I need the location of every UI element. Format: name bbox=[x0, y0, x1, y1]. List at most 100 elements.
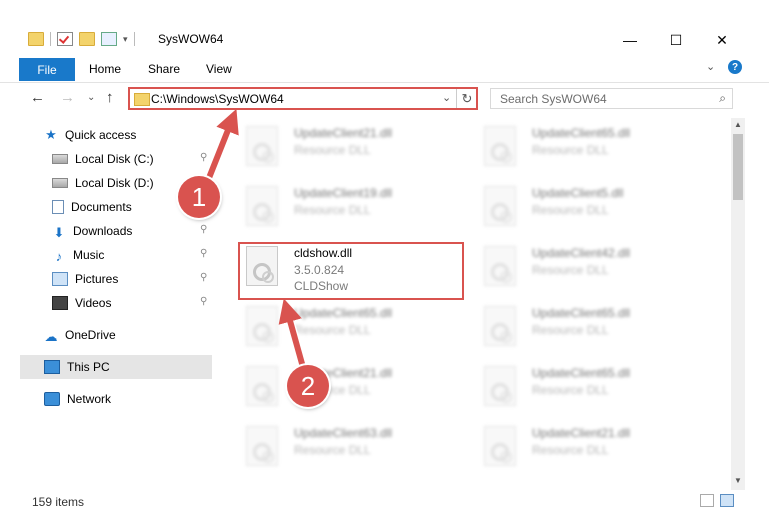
large-icons-view-icon[interactable] bbox=[720, 494, 734, 507]
scroll-up-icon[interactable]: ▲ bbox=[734, 120, 742, 129]
file-item[interactable]: UpdateClient21.dll Resource DLL bbox=[238, 122, 468, 172]
sidebar-item-quick-access[interactable]: ★ Quick access bbox=[44, 123, 212, 147]
dll-file-icon bbox=[484, 306, 516, 346]
file-item[interactable]: UpdateClient65.dll Resource DLL bbox=[476, 302, 706, 352]
toolbar-separator bbox=[133, 32, 135, 46]
file-description: Resource DLL bbox=[294, 143, 371, 157]
forward-button[interactable]: → bbox=[60, 89, 75, 106]
sidebar-item-onedrive[interactable]: ☁ OneDrive bbox=[44, 323, 212, 347]
dll-file-icon bbox=[484, 126, 516, 166]
sidebar-item-music[interactable]: ♪ Music ⚲ bbox=[52, 243, 212, 267]
tab-share[interactable]: Share bbox=[148, 62, 180, 76]
sidebar-item-videos[interactable]: Videos ⚲ bbox=[52, 291, 212, 315]
file-item[interactable]: UpdateClient21.dll Resource DLL bbox=[238, 362, 468, 412]
sidebar-item-label: Quick access bbox=[65, 128, 137, 142]
folder-icon bbox=[134, 93, 150, 106]
file-explorer-window: ▾ SysWOW64 — ☐ ✕ File Home Share View ⌄ … bbox=[0, 0, 769, 531]
documents-icon bbox=[52, 200, 64, 214]
minimize-button[interactable]: — bbox=[607, 24, 653, 56]
scroll-down-icon[interactable]: ▼ bbox=[734, 476, 742, 485]
dll-file-icon bbox=[246, 186, 278, 226]
file-description: Resource DLL bbox=[532, 203, 609, 217]
pin-icon[interactable]: ⚲ bbox=[200, 248, 207, 259]
file-item[interactable]: UpdateClient65.dll Resource DLL bbox=[476, 122, 706, 172]
sidebar-item-network[interactable]: Network bbox=[44, 387, 212, 411]
sidebar-item-label: This PC bbox=[67, 360, 110, 374]
ribbon-tabs: File Home Share View ⌄ ? bbox=[0, 56, 769, 83]
refresh-button[interactable]: ↻ bbox=[456, 89, 477, 108]
sidebar-item-label: Local Disk (C:) bbox=[75, 152, 154, 166]
file-name: UpdateClient65.dll bbox=[532, 126, 631, 140]
videos-icon bbox=[52, 296, 68, 310]
recent-locations-chevron-icon[interactable]: ⌄ bbox=[87, 92, 95, 103]
sidebar-item-this-pc[interactable]: This PC bbox=[20, 355, 212, 379]
network-icon bbox=[44, 392, 60, 406]
file-name: UpdateClient5.dll bbox=[532, 186, 624, 200]
sidebar-item-label: Videos bbox=[75, 296, 112, 310]
maximize-button[interactable]: ☐ bbox=[653, 24, 699, 56]
toolbar-separator bbox=[50, 32, 51, 46]
file-item[interactable]: UpdateClient63.dll Resource DLL bbox=[238, 422, 468, 472]
file-item[interactable]: UpdateClient19.dll Resource DLL bbox=[238, 182, 468, 232]
customize-toolbar-chevron-icon[interactable]: ▾ bbox=[123, 34, 128, 45]
sidebar-item-label: OneDrive bbox=[65, 328, 116, 342]
rename-icon[interactable] bbox=[101, 32, 117, 46]
sidebar-item-label: Downloads bbox=[73, 224, 133, 238]
file-description: Resource DLL bbox=[294, 323, 371, 337]
file-name: UpdateClient63.dll bbox=[294, 426, 393, 440]
address-dropdown-chevron-icon[interactable]: ⌄ bbox=[442, 91, 451, 104]
file-name: UpdateClient65.dll bbox=[294, 306, 393, 320]
file-item[interactable]: UpdateClient42.dll Resource DLL bbox=[476, 242, 706, 292]
pin-icon[interactable]: ⚲ bbox=[200, 152, 207, 163]
pin-icon[interactable]: ⚲ bbox=[200, 272, 207, 283]
tab-view[interactable]: View bbox=[206, 62, 232, 76]
up-button[interactable]: ↑ bbox=[106, 89, 114, 106]
ribbon-expand-chevron-icon[interactable]: ⌄ bbox=[706, 60, 715, 73]
address-path[interactable]: C:\Windows\SysWOW64 bbox=[151, 92, 284, 106]
properties-check-icon[interactable] bbox=[57, 32, 73, 46]
title-bar: ▾ SysWOW64 — ☐ ✕ bbox=[0, 24, 769, 56]
file-description: Resource DLL bbox=[532, 383, 609, 397]
dll-file-icon bbox=[246, 126, 278, 166]
file-item[interactable]: UpdateClient65.dll Resource DLL bbox=[476, 362, 706, 412]
pin-icon[interactable]: ⚲ bbox=[200, 224, 207, 235]
sidebar-item-label: Pictures bbox=[75, 272, 119, 286]
dll-file-icon bbox=[246, 426, 278, 466]
computer-icon bbox=[44, 360, 60, 374]
sidebar-item-downloads[interactable]: ⬇ Downloads ⚲ bbox=[52, 219, 212, 243]
dll-file-icon bbox=[484, 426, 516, 466]
file-item[interactable]: UpdateClient65.dll Resource DLL bbox=[238, 302, 468, 352]
back-button[interactable]: ← bbox=[30, 89, 45, 106]
scrollbar-thumb[interactable] bbox=[733, 134, 743, 200]
pin-icon[interactable]: ⚲ bbox=[200, 296, 207, 307]
search-input[interactable]: Search SysWOW64 ⌕ bbox=[490, 88, 733, 109]
file-description: Resource DLL bbox=[294, 203, 371, 217]
search-icon[interactable]: ⌕ bbox=[719, 91, 726, 106]
folder-icon[interactable] bbox=[28, 32, 44, 46]
file-name: UpdateClient65.dll bbox=[532, 366, 631, 380]
sidebar-item-label: Local Disk (D:) bbox=[75, 176, 154, 190]
file-description: Resource DLL bbox=[532, 443, 609, 457]
cloud-icon: ☁ bbox=[44, 329, 58, 344]
search-placeholder: Search SysWOW64 bbox=[500, 92, 607, 106]
details-view-icon[interactable] bbox=[700, 494, 714, 507]
tab-home[interactable]: Home bbox=[89, 62, 121, 76]
new-folder-icon[interactable] bbox=[79, 32, 95, 46]
sidebar-item-local-disk-c[interactable]: Local Disk (C:) ⚲ bbox=[52, 147, 212, 171]
sidebar-item-pictures[interactable]: Pictures ⚲ bbox=[52, 267, 212, 291]
file-description: Resource DLL bbox=[294, 443, 371, 457]
download-icon: ⬇ bbox=[53, 225, 65, 240]
help-icon[interactable]: ? bbox=[728, 60, 742, 74]
file-description: Resource DLL bbox=[532, 263, 609, 277]
vertical-scrollbar[interactable]: ▲ ▼ bbox=[731, 118, 745, 490]
close-button[interactable]: ✕ bbox=[699, 24, 745, 56]
file-item[interactable]: UpdateClient5.dll Resource DLL bbox=[476, 182, 706, 232]
music-icon: ♪ bbox=[55, 249, 63, 264]
pictures-icon bbox=[52, 272, 68, 286]
navigation-pane: ★ Quick access Local Disk (C:) ⚲ Local D… bbox=[20, 118, 212, 488]
tab-file[interactable]: File bbox=[19, 58, 75, 81]
item-count: 159 items bbox=[32, 495, 85, 509]
file-item[interactable]: UpdateClient21.dll Resource DLL bbox=[476, 422, 706, 472]
dll-file-icon bbox=[246, 366, 278, 406]
address-bar[interactable]: C:\Windows\SysWOW64 ⌄ ↻ bbox=[128, 87, 478, 110]
